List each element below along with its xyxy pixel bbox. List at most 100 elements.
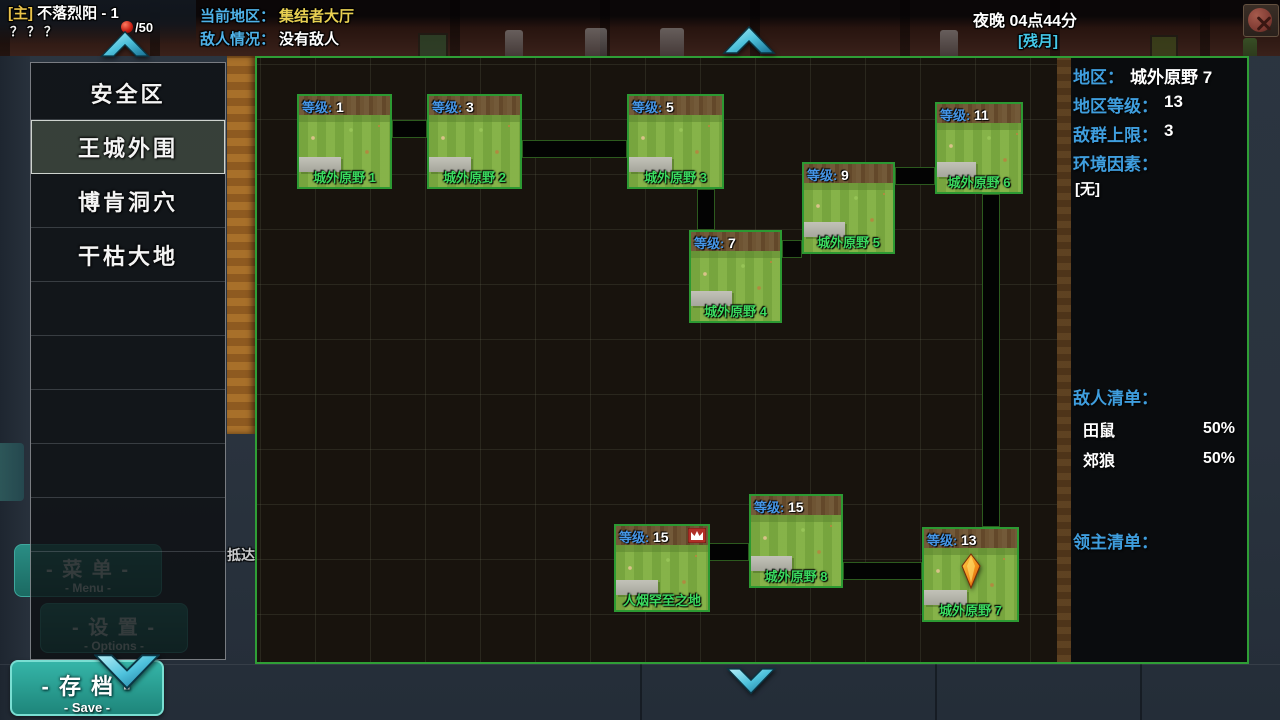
- node-name: 城外原野 6: [937, 172, 1021, 191]
- sidebar-empty-row: [31, 282, 225, 336]
- sidebar-item-4[interactable]: 干枯大地: [31, 228, 225, 282]
- node-name: 人烟罕至之地: [616, 590, 708, 609]
- panel-seam: [935, 664, 937, 720]
- info-enemy-cap-value: 3: [1164, 121, 1173, 146]
- node-level: 等级: 15: [619, 527, 669, 546]
- close-icon: [1248, 8, 1272, 32]
- info-enemy-cap-row: 敌群上限： 3: [1073, 121, 1173, 146]
- map-edge: [392, 120, 427, 138]
- enemy-rate: 50%: [1203, 450, 1235, 468]
- sidebar-empty-row: [31, 336, 225, 390]
- node-level: 等级: 3: [432, 97, 474, 116]
- player-mystery-text: ？？？: [10, 21, 61, 40]
- npc-figure: [660, 28, 684, 56]
- node-level: 等级: 5: [632, 97, 674, 116]
- map-node[interactable]: 等级: 9 城外原野 5: [802, 162, 895, 254]
- node-level: 等级: 9: [807, 165, 849, 184]
- plant-decor: [1243, 38, 1257, 56]
- map-edge: [982, 194, 1000, 527]
- node-level: 等级: 7: [694, 233, 736, 252]
- sidebar-item-1[interactable]: 安全区: [31, 66, 225, 120]
- map-node[interactable]: 等级: 13 城外原野 7: [922, 527, 1019, 622]
- game-time: 夜晚 04点44分: [973, 7, 1077, 31]
- enemy-status-label: 敌人情况：: [200, 28, 275, 49]
- node-name: 城外原野 7: [924, 600, 1017, 619]
- info-level-value: 13: [1164, 92, 1183, 117]
- current-region-value: 集结者大厅: [279, 5, 354, 26]
- player-tag: [主]: [8, 5, 33, 22]
- map-node[interactable]: 等级: 7 城外原野 4: [689, 230, 782, 323]
- map-node[interactable]: 等级: 15 人烟罕至之地: [614, 524, 710, 612]
- sidebar-item-label: 王城外围: [78, 131, 178, 163]
- sidebar-item-label: 干枯大地: [78, 239, 178, 271]
- map-node[interactable]: 等级: 5城外原野 3: [627, 94, 724, 189]
- current-region-line: 当前地区： 集结者大厅: [200, 5, 354, 26]
- map-node[interactable]: 等级: 11 城外原野 6: [935, 102, 1023, 194]
- environment-value: [无]: [1075, 178, 1100, 199]
- enemy-status-line: 敌人情况： 没有敌人: [200, 28, 339, 49]
- info-level-row: 地区等级： 13: [1073, 92, 1183, 117]
- enemy-row: 田鼠50%: [1083, 414, 1235, 444]
- map-node[interactable]: 等级: 3 城外原野 2: [427, 94, 522, 189]
- world-map-panel: 地区： 城外原野 7 地区等级： 13 敌群上限： 3 环境因素： [无] 敌人…: [255, 56, 1249, 664]
- player-name-line: [主] 不落烈阳 - 1: [8, 2, 119, 23]
- map-edge: [709, 543, 749, 561]
- npc-figure: [505, 30, 523, 56]
- map-canvas: 地区： 城外原野 7 地区等级： 13 敌群上限： 3 环境因素： [无] 敌人…: [257, 58, 1247, 662]
- map-scroll-down-icon[interactable]: [726, 668, 776, 696]
- enemy-list-header: 敌人清单：: [1073, 384, 1158, 409]
- info-region-value: 城外原野 7: [1130, 63, 1212, 88]
- player-plate: [主] 不落烈阳 - 1 ？？？ /50: [0, 0, 196, 44]
- sidebar-item-label: 博肯洞穴: [78, 185, 178, 217]
- wood-pillar-background: [227, 56, 256, 434]
- enemy-status-value: 没有敌人: [279, 28, 339, 49]
- lord-list-header: 领主清单：: [1073, 528, 1158, 553]
- info-environment-row: 环境因素：: [1073, 150, 1164, 175]
- sidebar-item-label: 安全区: [90, 77, 165, 109]
- side-tab-decor: [0, 443, 24, 501]
- map-node[interactable]: 等级: 1 城外原野 1: [297, 94, 392, 189]
- info-region-label: 地区：: [1073, 63, 1124, 88]
- sidebar-empty-row: [31, 498, 225, 552]
- node-name: 城外原野 2: [429, 167, 520, 186]
- node-name: 城外原野 5: [804, 232, 893, 251]
- npc-figure: [940, 30, 958, 56]
- info-region-row: 地区： 城外原野 7: [1073, 63, 1212, 88]
- node-level: 等级: 13: [927, 530, 977, 549]
- game-screen: 抵达 [主] 不落烈阳 - 1 ？？？ /50 当前地区： 集结者大厅 敌人情况…: [0, 0, 1280, 720]
- node-level: 等级: 1: [302, 97, 344, 116]
- npc-figure: [585, 28, 607, 56]
- region-list: 安全区王城外围博肯洞穴干枯大地: [31, 66, 225, 552]
- map-edge: [895, 167, 935, 185]
- message-log-fragment: 抵达: [227, 545, 255, 565]
- map-scroll-up-icon[interactable]: [722, 24, 776, 54]
- sidebar-scroll-up-icon[interactable]: [99, 29, 151, 57]
- panel-edge-highlight: [0, 664, 1280, 665]
- node-name: 城外原野 8: [751, 566, 841, 585]
- save-button-sublabel: - Save -: [12, 700, 162, 715]
- node-name: 城外原野 4: [691, 301, 780, 320]
- scroll-down-icon[interactable]: [94, 654, 160, 692]
- close-button[interactable]: [1243, 4, 1279, 37]
- current-region-label: 当前地区：: [200, 5, 275, 26]
- moon-phase: [残月]: [1018, 30, 1058, 51]
- info-environment-label: 环境因素：: [1073, 150, 1158, 175]
- panel-seam: [1140, 664, 1142, 720]
- enemy-list: 田鼠50% 郊狼 50%: [1083, 414, 1235, 474]
- panel-seam: [640, 664, 642, 720]
- player-name: 不落烈阳 - 1: [37, 5, 119, 22]
- enemy-row: 郊狼 50%: [1083, 444, 1235, 474]
- info-level-label: 地区等级：: [1073, 92, 1158, 117]
- sidebar-item-3[interactable]: 博肯洞穴: [31, 174, 225, 228]
- left-background-panel: [0, 56, 30, 720]
- node-level: 等级: 15: [754, 497, 804, 516]
- node-level: 等级: 11: [940, 105, 989, 124]
- boss-icon: [688, 528, 706, 543]
- info-enemy-cap-label: 敌群上限：: [1073, 121, 1158, 146]
- player-location-icon: [959, 553, 983, 589]
- enemy-name: 郊狼: [1083, 447, 1115, 471]
- node-name: 城外原野 1: [299, 167, 390, 186]
- map-node[interactable]: 等级: 15 城外原野 8: [749, 494, 843, 588]
- sidebar-empty-row: [31, 444, 225, 498]
- sidebar-item-2[interactable]: 王城外围: [31, 120, 225, 174]
